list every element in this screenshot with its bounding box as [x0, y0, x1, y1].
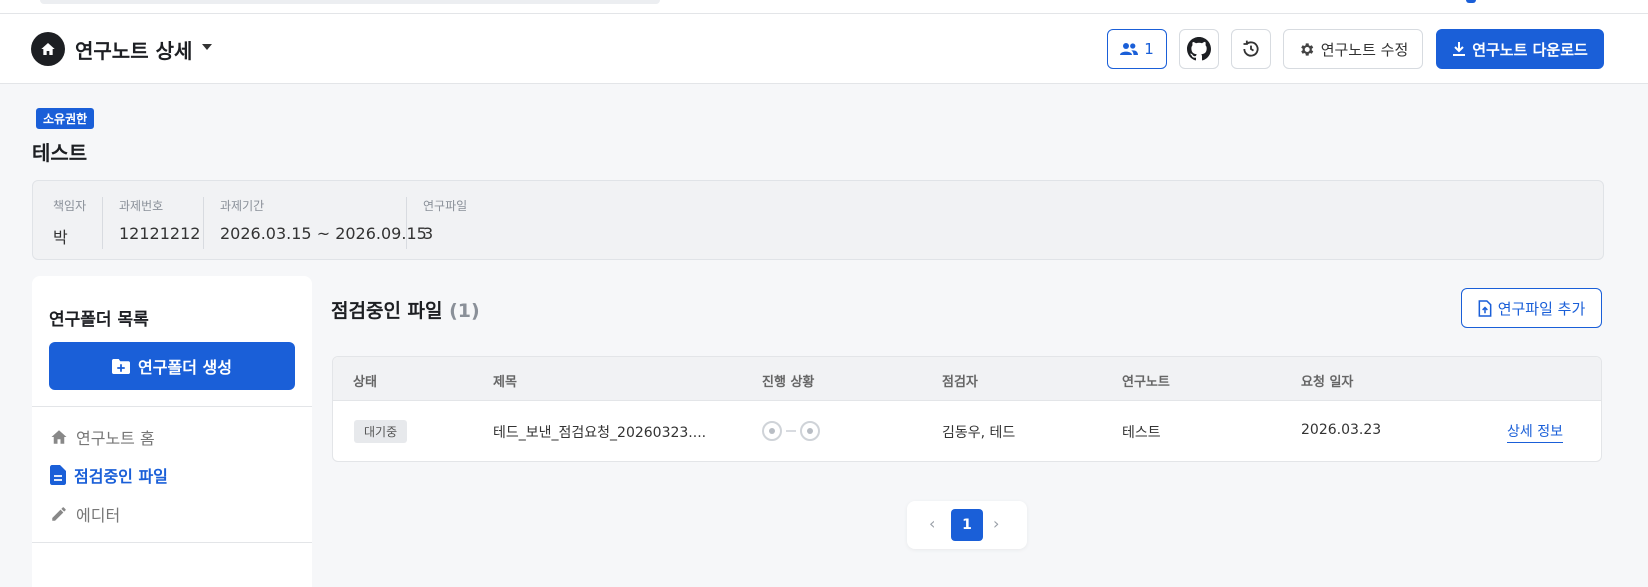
github-icon — [1187, 37, 1211, 61]
reviewing-files-table: 상태 제목 진행 상황 점검자 연구노트 요청 일자 대기중 테드_보낸_점검요… — [332, 356, 1602, 462]
info-value: 박 — [53, 228, 68, 247]
info-manager: 책임자 박 — [53, 197, 86, 248]
prev-page-icon[interactable]: ‹ — [929, 514, 935, 533]
add-research-file-button[interactable]: 연구파일 추가 — [1461, 288, 1602, 328]
download-note-button[interactable]: 연구노트 다운로드 — [1436, 29, 1604, 69]
project-title: 테스트 — [32, 141, 88, 165]
progress-step-icon — [762, 421, 782, 441]
column-header-note: 연구노트 — [1122, 375, 1170, 390]
home-button[interactable] — [31, 32, 65, 66]
pencil-icon — [52, 507, 66, 521]
history-icon — [1243, 40, 1259, 57]
sidebar-item-label: 연구노트 홈 — [76, 429, 155, 448]
page-1-button[interactable]: 1 — [951, 509, 983, 541]
detail-info-link[interactable]: 상세 정보 — [1507, 421, 1563, 443]
home-icon — [51, 430, 67, 444]
section-title-text: 점검중인 파일 — [331, 300, 443, 322]
info-divider — [102, 197, 103, 249]
column-header-request-date: 요청 일자 — [1301, 375, 1354, 390]
info-value: 12121212 — [119, 224, 201, 243]
info-value: 3 — [423, 224, 434, 243]
people-icon — [1120, 43, 1139, 55]
top-accent-mark — [1466, 0, 1476, 3]
info-research-files: 연구파일 3 — [423, 197, 467, 243]
info-label: 책임자 — [53, 199, 87, 213]
folder-sidebar: 연구폴더 목록 연구폴더 생성 연구노트 홈 점검중인 파일 에디터 — [32, 276, 312, 587]
title-dropdown-caret-icon[interactable] — [202, 44, 212, 50]
members-count: 1 — [1144, 40, 1154, 58]
document-icon — [50, 465, 66, 485]
sidebar-item-note-home[interactable]: 연구노트 홈 — [50, 425, 155, 449]
info-divider — [406, 197, 407, 249]
column-header-status: 상태 — [353, 375, 377, 390]
members-button[interactable]: 1 — [1107, 29, 1167, 69]
info-value: 2026.03.15 ~ 2026.09.15 — [220, 224, 427, 243]
edit-note-button[interactable]: 연구노트 수정 — [1283, 29, 1423, 69]
gear-icon — [1300, 42, 1313, 56]
sidebar-title: 연구폴더 목록 — [49, 310, 149, 330]
create-folder-button[interactable]: 연구폴더 생성 — [49, 342, 295, 390]
create-folder-label: 연구폴더 생성 — [138, 358, 232, 377]
next-page-icon[interactable]: › — [993, 514, 999, 533]
add-research-file-label: 연구파일 추가 — [1497, 299, 1586, 318]
edit-note-label: 연구노트 수정 — [1320, 40, 1409, 59]
download-note-label: 연구노트 다운로드 — [1472, 40, 1588, 59]
info-label: 과제번호 — [119, 199, 164, 213]
progress-connector — [786, 430, 796, 432]
info-project-period: 과제기간 2026.03.15 ~ 2026.09.15 — [220, 197, 427, 243]
sidebar-item-label: 점검중인 파일 — [74, 467, 168, 486]
download-icon — [1453, 42, 1466, 56]
page-header: 연구노트 상세 1 연구노트 수정 연구노트 다운로드 — [0, 14, 1648, 84]
info-label: 연구파일 — [423, 199, 468, 213]
owner-permission-badge: 소유권한 — [36, 108, 95, 129]
table-row[interactable]: 대기중 테드_보낸_점검요청_20260323.... 김동우, 테드 테스트 … — [333, 401, 1601, 461]
sidebar-divider — [32, 542, 312, 543]
status-badge: 대기중 — [354, 420, 408, 443]
project-info-panel: 책임자 박 과제번호 12121212 과제기간 2026.03.15 ~ 20… — [32, 180, 1604, 260]
progress-step-icon — [800, 421, 820, 441]
request-date: 2026.03.23 — [1301, 422, 1382, 438]
sidebar-item-label: 에디터 — [76, 506, 121, 525]
reviewers: 김동우, 테드 — [942, 425, 1016, 441]
file-upload-icon — [1478, 299, 1492, 317]
github-button[interactable] — [1179, 29, 1219, 69]
section-count: (1) — [449, 300, 480, 322]
page-title: 연구노트 상세 — [75, 39, 193, 63]
research-note-name: 테스트 — [1122, 425, 1161, 441]
column-header-title: 제목 — [493, 375, 517, 390]
folder-add-icon — [112, 358, 131, 374]
section-title: 점검중인 파일 (1) — [331, 296, 480, 323]
top-search-bar[interactable] — [40, 0, 660, 4]
progress-indicator — [762, 421, 820, 441]
column-header-reviewer: 점검자 — [942, 375, 978, 390]
info-project-number: 과제번호 12121212 — [119, 197, 200, 243]
browser-top-strip — [0, 0, 1648, 14]
table-header: 상태 제목 진행 상황 점검자 연구노트 요청 일자 — [333, 357, 1601, 401]
column-header-progress: 진행 상황 — [762, 375, 815, 390]
file-title: 테드_보낸_점검요청_20260323.... — [493, 425, 707, 441]
sidebar-divider — [32, 406, 312, 407]
home-icon — [41, 43, 55, 55]
sidebar-item-editor[interactable]: 에디터 — [50, 502, 120, 526]
info-divider — [203, 197, 204, 249]
info-label: 과제기간 — [220, 199, 265, 213]
sidebar-item-reviewing-files[interactable]: 점검중인 파일 — [50, 463, 168, 487]
history-button[interactable] — [1231, 29, 1271, 69]
pagination: ‹ 1 › — [907, 501, 1027, 549]
